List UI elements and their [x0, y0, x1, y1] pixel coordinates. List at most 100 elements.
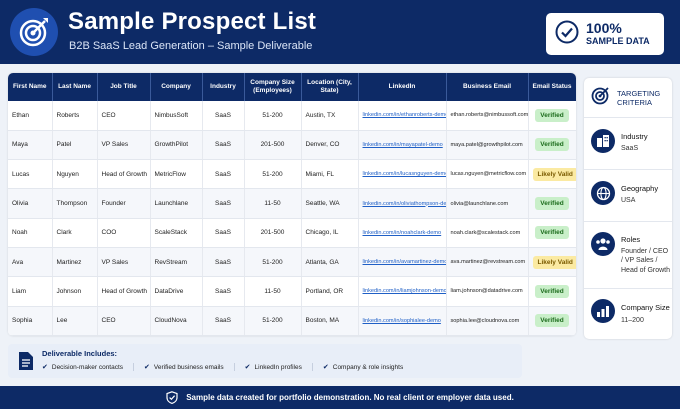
- check-circle-icon: [555, 20, 579, 49]
- globe-icon: [591, 181, 615, 205]
- company-cell: RevStream: [150, 247, 203, 278]
- business-email-cell: ethan.roberts@nimbussoft.com: [446, 101, 529, 131]
- footer-text: Sample data created for portfolio demons…: [186, 393, 514, 402]
- page-subtitle: B2B SaaS Lead Generation – Sample Delive…: [69, 40, 313, 52]
- linkedin-link[interactable]: linkedin.com/in/sophialee-demo: [358, 306, 447, 336]
- location-cell: Atlanta, GA: [301, 247, 359, 278]
- status-badge: Likely Valid: [532, 167, 575, 181]
- deliverable-item-label: Company & role insights: [332, 363, 404, 371]
- table-row: Sophia Lee CEO CloudNova SaaS 51-200 Boston, M…: [8, 306, 576, 336]
- company-size-cell: 11-50: [244, 188, 302, 219]
- industry-cell: SaaS: [202, 188, 245, 219]
- email-status-cell: Likely Valid: [528, 247, 576, 278]
- business-email-cell: lucas.nguyen@metricflow.com: [446, 159, 529, 190]
- status-badge: Verified: [535, 197, 569, 211]
- business-email-cell: maya.patel@growthpilot.com: [446, 130, 529, 161]
- industry-cell: SaaS: [202, 130, 245, 161]
- status-badge: Verified: [535, 226, 569, 240]
- deliverable-item: ✔ Decision-maker contacts: [42, 363, 135, 371]
- industry-cell: SaaS: [202, 218, 245, 248]
- last-name-cell: Nguyen: [52, 159, 98, 190]
- linkedin-link[interactable]: linkedin.com/in/lucasnguyen-demo: [358, 159, 447, 190]
- job-title-cell: Founder: [97, 188, 151, 219]
- criteria-label: Company Size: [621, 303, 670, 312]
- location-cell: Miami, FL: [301, 159, 359, 190]
- job-title-cell: Head of Growth: [97, 159, 151, 190]
- location-cell: Austin, TX: [301, 101, 359, 131]
- table-row: Ethan Roberts CEO NimbusSoft SaaS 51-200 Austi…: [8, 101, 576, 131]
- status-badge: Verified: [535, 284, 569, 298]
- email-status-cell: Verified: [528, 130, 576, 161]
- first-name-cell: Noah: [8, 218, 53, 248]
- first-name-cell: Ethan: [8, 101, 53, 131]
- company-size-cell: 51-200: [244, 306, 302, 336]
- company-size-cell: 11-50: [244, 276, 302, 307]
- badge-percent: 100%: [586, 20, 622, 37]
- deliverable-item: ✔ Verified business emails: [144, 363, 235, 371]
- prospect-table-card: First Name Last Name Job Title Company Indus…: [8, 73, 576, 336]
- column-header: Company: [150, 73, 203, 101]
- document-icon: [18, 351, 34, 376]
- deliverable-items: ✔ Decision-maker contacts ✔ Verified busine…: [42, 363, 423, 371]
- targeting-heading-line2: CRITERIA: [617, 97, 653, 107]
- location-cell: Seattle, WA: [301, 188, 359, 219]
- criteria-industry: Industry SaaS: [584, 118, 672, 170]
- targeting-criteria-panel: TARGETING CRITERIA Industry SaaS Geograp…: [584, 78, 672, 339]
- badge-label: SAMPLE DATA: [586, 36, 650, 47]
- last-name-cell: Lee: [52, 306, 98, 336]
- column-header: Location (City, State): [301, 73, 359, 101]
- people-icon: [591, 232, 615, 256]
- first-name-cell: Ava: [8, 247, 53, 278]
- table-row: Liam Johnson Head of Growth DataDrive SaaS 11…: [8, 276, 576, 307]
- job-title-cell: VP Sales: [97, 130, 151, 161]
- deliverable-item-label: Decision-maker contacts: [51, 363, 124, 371]
- email-status-cell: Verified: [528, 188, 576, 219]
- company-size-cell: 51-200: [244, 247, 302, 278]
- business-email-cell: sophia.lee@cloudnova.com: [446, 306, 529, 336]
- criteria-value: Founder / CEO / VP Sales / Head of Growt…: [621, 248, 671, 274]
- status-badge: Verified: [535, 138, 569, 152]
- email-status-cell: Verified: [528, 306, 576, 336]
- business-email-cell: ava.martinez@revstream.com: [446, 247, 529, 278]
- email-status-cell: Verified: [528, 101, 576, 131]
- company-size-cell: 201-500: [244, 130, 302, 161]
- criteria-label: Geography: [621, 184, 659, 193]
- criteria-label: Industry: [621, 132, 648, 141]
- linkedin-link[interactable]: linkedin.com/in/ethanroberts-demo: [358, 101, 447, 131]
- column-header: Company Size (Employees): [244, 73, 302, 101]
- criteria-value: SaaS: [621, 145, 639, 152]
- industry-cell: SaaS: [202, 306, 245, 336]
- location-cell: Chicago, IL: [301, 218, 359, 248]
- first-name-cell: Liam: [8, 276, 53, 307]
- linkedin-link[interactable]: linkedin.com/in/avamartinez-demo: [358, 247, 447, 278]
- linkedin-link[interactable]: linkedin.com/in/mayapatel-demo: [358, 130, 447, 161]
- status-badge: Verified: [535, 314, 569, 328]
- linkedin-link[interactable]: linkedin.com/in/noahclark-demo: [358, 218, 447, 248]
- location-cell: Denver, CO: [301, 130, 359, 161]
- company-cell: Launchlane: [150, 188, 203, 219]
- deliverable-item: ✔ LinkedIn profiles: [245, 363, 313, 371]
- job-title-cell: Head of Growth: [97, 276, 151, 307]
- last-name-cell: Clark: [52, 218, 98, 248]
- first-name-cell: Olivia: [8, 188, 53, 219]
- column-header: Last Name: [52, 73, 98, 101]
- criteria-value: 11–200: [621, 317, 644, 324]
- buildings-icon: [591, 129, 615, 153]
- job-title-cell: VP Sales: [97, 247, 151, 278]
- column-header: LinkedIn: [358, 73, 447, 101]
- page-title: Sample Prospect List: [68, 8, 317, 35]
- check-icon: ✔: [322, 364, 329, 371]
- table-row: Olivia Thompson Founder Launchlane SaaS 11-50…: [8, 188, 576, 219]
- column-header: Business Email: [446, 73, 529, 101]
- company-size-cell: 51-200: [244, 159, 302, 190]
- target-icon: [10, 8, 58, 56]
- company-cell: GrowthPilot: [150, 130, 203, 161]
- linkedin-link[interactable]: linkedin.com/in/liamjohnson-demo: [358, 276, 447, 307]
- linkedin-link[interactable]: linkedin.com/in/oliviathompson-demo: [358, 188, 447, 219]
- industry-cell: SaaS: [202, 247, 245, 278]
- last-name-cell: Thompson: [52, 188, 98, 219]
- job-title-cell: CEO: [97, 306, 151, 336]
- status-badge: Likely Valid: [532, 255, 575, 269]
- company-cell: DataDrive: [150, 276, 203, 307]
- location-cell: Boston, MA: [301, 306, 359, 336]
